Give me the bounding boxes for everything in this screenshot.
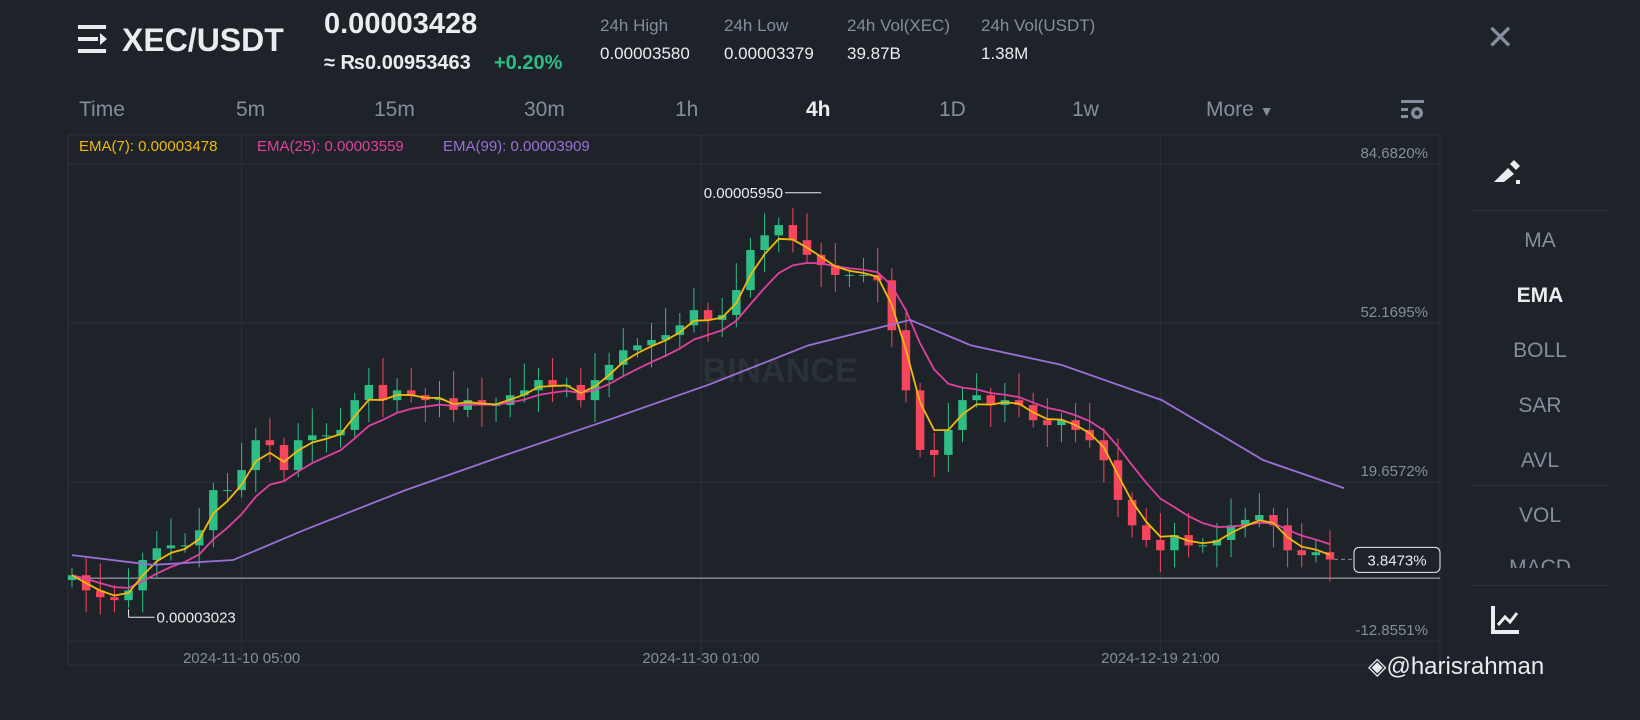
x-tick-label: 2024-12-19 21:00 xyxy=(1101,650,1219,667)
candle-body xyxy=(972,395,981,401)
candle-body xyxy=(633,345,642,351)
candle-body xyxy=(293,440,303,471)
candle-body xyxy=(1142,525,1151,540)
candle-body xyxy=(364,384,374,401)
candle-body xyxy=(1311,552,1321,556)
candle-body xyxy=(774,225,783,236)
chart-frame xyxy=(67,134,1441,666)
candle-body xyxy=(166,545,176,549)
y-tick-label: -12.8551% xyxy=(1355,622,1428,639)
chart-type-icon[interactable] xyxy=(1490,603,1522,635)
draw-tool-icon[interactable] xyxy=(1490,158,1524,188)
candle-body xyxy=(152,548,162,561)
candle-body xyxy=(548,380,557,385)
candle-body xyxy=(788,225,798,241)
candle-body xyxy=(1198,545,1208,547)
y-tick-label: 19.6572% xyxy=(1360,463,1428,480)
x-tick-label: 2024-11-10 05:00 xyxy=(183,650,300,667)
x-tick-label: 2024-11-30 01:00 xyxy=(642,650,759,667)
low-price-label: 0.00003023 xyxy=(157,609,236,626)
indicator-vol[interactable]: VOL xyxy=(1440,504,1640,528)
ema7-legend: EMA(7): 0.00003478 xyxy=(79,138,218,155)
candle-body xyxy=(110,597,119,601)
binance-logo-icon: ◈ xyxy=(1368,653,1387,680)
indicator-ma[interactable]: MA xyxy=(1440,229,1640,253)
y-tick-label: 52.1695% xyxy=(1360,304,1428,321)
candle-body xyxy=(1156,539,1165,551)
candle-body xyxy=(845,274,854,276)
binance-watermark: BINANCE xyxy=(703,352,858,390)
indicator-avl[interactable]: AVL xyxy=(1440,449,1640,473)
y-tick-label: 84.6820% xyxy=(1360,145,1428,162)
indicator-boll[interactable]: BOLL xyxy=(1440,339,1640,363)
candle-body xyxy=(322,435,331,437)
candle-body xyxy=(308,435,317,441)
ema25-legend: EMA(25): 0.00003559 xyxy=(257,138,404,155)
candle-body xyxy=(1043,420,1052,426)
candle-body xyxy=(265,440,275,446)
indicator-ema[interactable]: EMA xyxy=(1440,284,1640,308)
candle-body xyxy=(1255,515,1264,520)
last-price-label: 3.8473% xyxy=(1367,552,1426,569)
candle-body xyxy=(1297,550,1306,556)
indicator-sar[interactable]: SAR xyxy=(1440,394,1640,418)
indicator-macd[interactable]: MACD xyxy=(1440,556,1640,568)
candle-body xyxy=(859,274,868,276)
candle-body xyxy=(760,235,769,250)
ema99-legend: EMA(99): 0.00003909 xyxy=(443,138,590,155)
credit-watermark: ◈@harisrahman xyxy=(1368,653,1545,680)
candle-body xyxy=(929,450,939,455)
candle-body xyxy=(279,445,289,471)
candle-body xyxy=(944,429,953,455)
candle-body xyxy=(223,490,232,492)
candle-body xyxy=(1127,499,1137,526)
candle-body xyxy=(378,384,388,401)
high-price-label: 0.00005950 xyxy=(704,185,783,202)
price-chart[interactable]: 84.6820% 52.1695% 19.6572% -12.8551% 2024-11… xyxy=(0,0,1640,720)
candle-body xyxy=(703,310,713,320)
